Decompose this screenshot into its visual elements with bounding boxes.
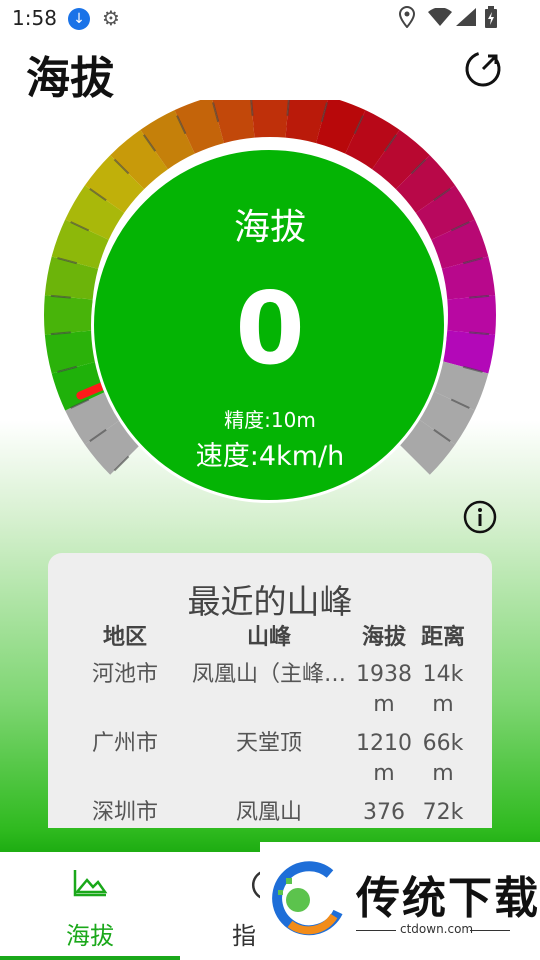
battery-icon: [485, 6, 497, 28]
watermark: 传统下载 ctdown.com: [260, 842, 540, 960]
active-tab-indicator: [0, 956, 180, 960]
row-peak: 凤凰山: [235, 800, 302, 825]
row-altitude: 1210 m: [356, 731, 412, 786]
row-region: 广州市: [91, 731, 158, 756]
nearby-peaks-card: 最近的山峰 地区 山峰 海拔 距离 河池市 凤凰山（主峰… 1938 m 14k m…: [48, 553, 492, 828]
watermark-line-right: [470, 930, 510, 931]
row-peak: 天堂顶: [235, 731, 302, 756]
gauge-segment: [251, 100, 289, 138]
download-icon: ↓: [68, 8, 90, 30]
info-icon[interactable]: [463, 500, 497, 534]
row-region: 深圳市: [91, 800, 158, 825]
tab-altitude[interactable]: 海拔: [0, 852, 180, 960]
tab-altitude-label: 海拔: [66, 922, 114, 950]
refresh-icon[interactable]: [462, 48, 504, 90]
row-altitude: 1938 m: [356, 662, 412, 717]
watermark-line-left: [356, 930, 396, 931]
row-distance: 14k m: [422, 662, 464, 717]
row-distance: 66k m: [422, 731, 464, 786]
tab-compass-label: 指: [232, 922, 256, 950]
gear-icon: ⚙: [102, 6, 120, 30]
signal-icon: [456, 8, 476, 26]
status-bar: 1:58 ↓ ⚙: [0, 0, 540, 36]
watermark-logo: [272, 861, 343, 936]
header-region: 地区: [102, 625, 147, 650]
status-time: 1:58: [12, 6, 57, 30]
accuracy-text: 精度:10m: [224, 408, 316, 432]
card-title: 最近的山峰: [187, 582, 353, 621]
row-region: 河池市: [91, 662, 158, 687]
altitude-value: 0: [235, 270, 305, 387]
row-peak: 凤凰山（主峰…: [191, 662, 346, 687]
mountain-icon: [73, 870, 108, 897]
header-altitude: 海拔: [361, 625, 406, 650]
row-distance: 72k: [422, 800, 464, 825]
wifi-icon: [428, 8, 452, 26]
watermark-brand: 传统下载: [356, 873, 540, 924]
page-title: 海拔: [26, 53, 114, 104]
gauge-label: 海拔: [233, 207, 306, 248]
header-peak: 山峰: [246, 625, 291, 650]
speed-text: 速度:4km/h: [195, 441, 345, 472]
row-altitude: 376: [363, 800, 405, 825]
location-icon: [398, 6, 416, 28]
header-distance: 距离: [420, 625, 465, 650]
watermark-url: ctdown.com: [400, 922, 474, 936]
